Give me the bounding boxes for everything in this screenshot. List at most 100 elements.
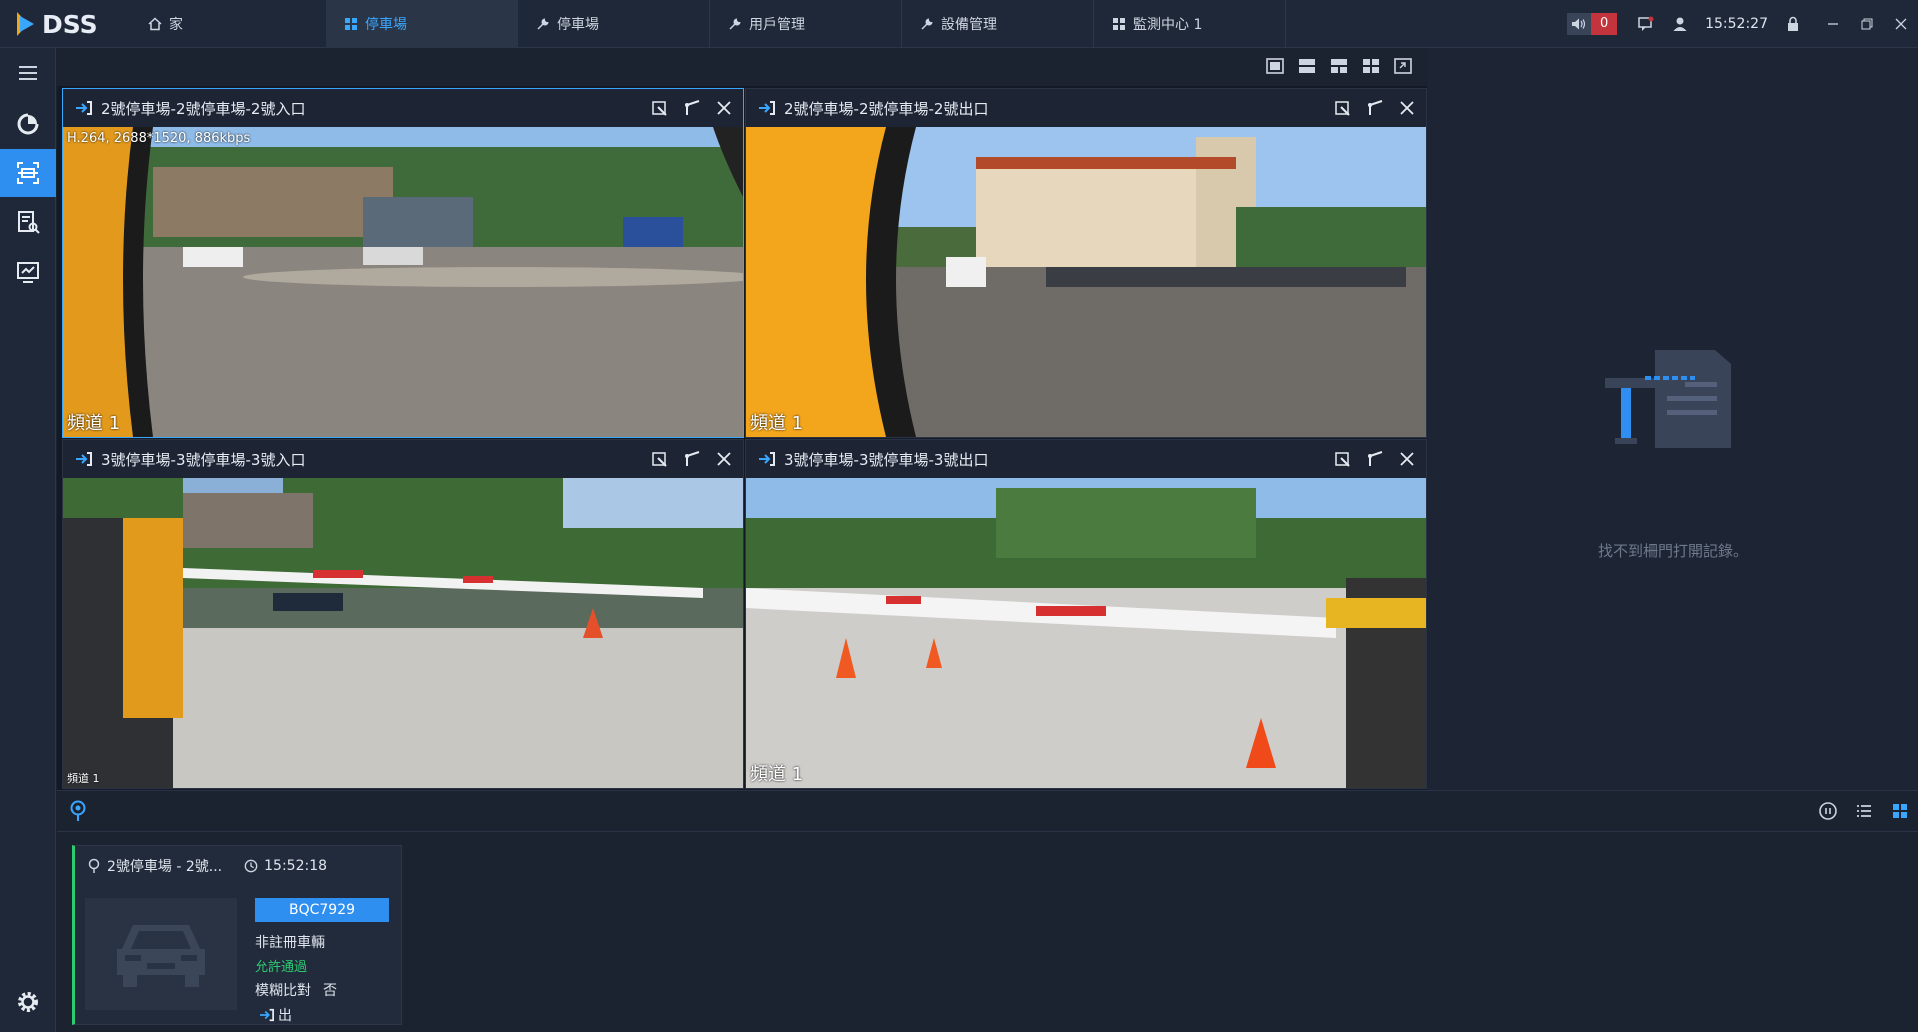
channel-label: 頻道 1	[750, 764, 804, 785]
vehicle-records: 2號停車場 - 2號... 15:52:18 BQC7929 非註冊車輛 允許通…	[57, 832, 1918, 1032]
message-icon[interactable]	[1637, 15, 1655, 33]
video-stream: 頻道 1	[746, 127, 1426, 437]
speaker-icon	[1572, 18, 1586, 30]
tab-parking-monitor-label: 停車場	[365, 17, 407, 33]
sidebar-menu-button[interactable]	[0, 49, 56, 97]
tab-parking-monitor[interactable]: 停車場	[326, 0, 518, 48]
vehicle-record-card[interactable]: 2號停車場 - 2號... 15:52:18 BQC7929 非註冊車輛 允許通…	[72, 845, 402, 1025]
pane-title: 3號停車場-3號停車場-3號出口	[784, 450, 989, 469]
refresh-icon	[17, 113, 39, 135]
layout-3-icon[interactable]	[1329, 56, 1349, 76]
card-view-icon[interactable]	[1890, 801, 1910, 821]
exit-icon	[260, 1008, 274, 1022]
tab-parking-config[interactable]: 停車場	[518, 0, 710, 48]
close-icon[interactable]	[1398, 99, 1416, 117]
gate-control-icon[interactable]	[683, 99, 701, 117]
entrance-icon	[76, 452, 92, 466]
open-gate-icon[interactable]	[651, 99, 669, 117]
user-icon[interactable]	[1671, 15, 1689, 33]
fuzzy-match-label: 模糊比對	[255, 983, 311, 999]
app-name: DSS	[42, 9, 98, 39]
grid-icon	[1113, 18, 1125, 30]
close-icon[interactable]	[715, 99, 733, 117]
pass-status: 允許通過	[255, 960, 308, 975]
video-pane-2[interactable]: 2號停車場-2號停車場-2號出口 頻道 1	[745, 88, 1427, 438]
gate-record-panel: 找不到柵門打開記錄。	[1428, 48, 1918, 790]
open-gate-icon[interactable]	[651, 450, 669, 468]
stream-info: H.264, 2688*1520, 886kbps	[67, 131, 251, 146]
camera-scene-4	[746, 478, 1426, 788]
car-icon	[117, 925, 205, 987]
restore-button[interactable]	[1850, 0, 1884, 48]
direction-label: 出	[278, 1008, 292, 1024]
pause-refresh-icon[interactable]	[1818, 801, 1838, 821]
video-pane-4[interactable]: 3號停車場-3號停車場-3號出口 頻道 1	[745, 439, 1427, 789]
alarm-badge[interactable]: 0	[1567, 13, 1618, 35]
layout-4-icon[interactable]	[1361, 56, 1381, 76]
clock-icon	[244, 859, 258, 873]
sidebar	[0, 48, 56, 1032]
record-time: 15:52:18	[264, 858, 328, 874]
channel-label: 頻道 1	[750, 413, 804, 434]
sidebar-item-record-search[interactable]	[0, 198, 56, 246]
record-toolbar	[57, 790, 1918, 832]
tab-user-management[interactable]: 用戶管理	[710, 0, 902, 48]
gate-control-icon[interactable]	[1366, 99, 1384, 117]
sidebar-item-report[interactable]	[0, 248, 56, 296]
restore-icon	[1861, 18, 1873, 30]
home-icon	[148, 17, 162, 31]
layout-2-icon[interactable]	[1297, 56, 1317, 76]
settings-button[interactable]	[0, 978, 56, 1026]
location-pin-icon[interactable]	[69, 800, 87, 822]
gate-control-icon[interactable]	[683, 450, 701, 468]
pane-header: 3號停車場-3號停車場-3號出口	[746, 440, 1426, 478]
sidebar-item-parking-monitor[interactable]	[0, 149, 56, 197]
video-stream: 頻道 1	[746, 478, 1426, 788]
layout-1-icon[interactable]	[1265, 56, 1285, 76]
gate-control-icon[interactable]	[1366, 450, 1384, 468]
grid-icon	[345, 18, 357, 30]
wrench-icon	[537, 18, 549, 30]
empty-gate-record-icon	[1605, 350, 1731, 448]
sidebar-item-overview[interactable]	[0, 100, 56, 148]
fuzzy-match: 模糊比對 否	[255, 980, 337, 1000]
open-gate-icon[interactable]	[1334, 450, 1352, 468]
pane-title: 2號停車場-2號停車場-2號出口	[784, 99, 989, 118]
list-view-icon[interactable]	[1854, 801, 1874, 821]
tab-monitor-center[interactable]: 監測中心 1	[1094, 0, 1286, 48]
fuzzy-match-value: 否	[323, 983, 337, 999]
lock-icon[interactable]	[1784, 15, 1802, 33]
close-icon	[1895, 18, 1907, 30]
tab-monitor-center-label: 監測中心 1	[1133, 17, 1203, 33]
video-pane-1[interactable]: 2號停車場-2號停車場-2號入口 H.264, 2688*1520, 886kb…	[62, 88, 744, 438]
entrance-icon	[759, 101, 775, 115]
layout-toolbar	[57, 48, 1427, 86]
video-pane-3[interactable]: 3號停車場-3號停車場-3號入口 頻道 1	[62, 439, 744, 789]
minimize-button[interactable]	[1816, 0, 1850, 48]
direction: 出	[259, 1005, 292, 1025]
channel-label: 頻道 1	[67, 413, 121, 434]
fullscreen-icon[interactable]	[1393, 56, 1413, 76]
entrance-icon	[759, 452, 775, 466]
camera-scene-3	[63, 478, 743, 788]
report-icon	[17, 262, 39, 283]
wrench-icon	[729, 18, 741, 30]
tab-device-management[interactable]: 設備管理	[902, 0, 1094, 48]
open-gate-icon[interactable]	[1334, 99, 1352, 117]
tab-home-label: 家	[169, 17, 183, 33]
camera-scene-1	[63, 127, 743, 437]
video-stream: H.264, 2688*1520, 886kbps 頻道 1	[63, 127, 743, 437]
tab-device-management-label: 設備管理	[941, 17, 997, 33]
gear-icon	[18, 992, 38, 1012]
record-search-icon	[18, 211, 40, 234]
close-icon[interactable]	[1398, 450, 1416, 468]
top-bar: DSS 家 停車場 停車場 用戶管理 設備管理 監測中心 1 0 15:52:2…	[0, 0, 1918, 48]
wrench-icon	[921, 18, 933, 30]
location-icon	[88, 858, 100, 873]
vehicle-snapshot[interactable]	[85, 898, 237, 1010]
camera-scene-2	[746, 127, 1426, 437]
close-icon[interactable]	[715, 450, 733, 468]
close-button[interactable]	[1884, 0, 1918, 48]
header-tools: 0 15:52:27	[1567, 0, 1918, 48]
tab-home[interactable]: 家	[130, 0, 326, 48]
